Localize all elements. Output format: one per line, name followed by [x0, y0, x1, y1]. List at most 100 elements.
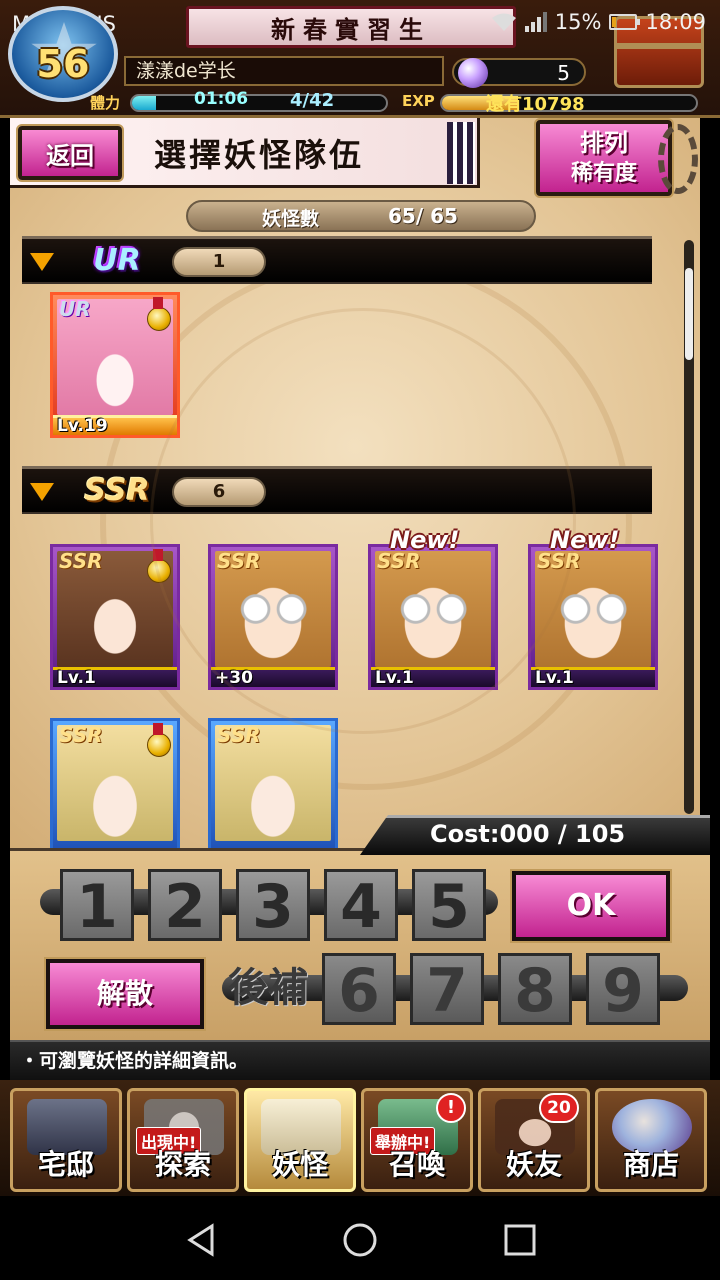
- back-triangle-icon[interactable]: [182, 1220, 222, 1260]
- medal-icon: [145, 549, 171, 585]
- stamina-label: 體力: [90, 94, 121, 112]
- scrollbar-thumb[interactable]: [685, 268, 693, 360]
- team-slot-2[interactable]: 2: [148, 869, 222, 942]
- yokai-count-label: 妖怪數: [262, 208, 320, 230]
- home-circle-icon[interactable]: [340, 1220, 380, 1260]
- level-badge[interactable]: 56: [8, 6, 118, 102]
- stamina-bar: [130, 94, 388, 112]
- card-level: Lv.19: [57, 416, 108, 436]
- nav-mansion[interactable]: 宅邸: [10, 1088, 122, 1192]
- stamina-value: 4/42: [290, 90, 335, 111]
- team-panel: Cost:000 / 105 1 2 3 4 5 OK 解散 後補 6 7 8 …: [10, 815, 710, 1040]
- group-header-ur[interactable]: UR 1: [22, 236, 652, 284]
- reserve-slot-8[interactable]: 8: [498, 953, 572, 1026]
- yokai-portrait: [535, 551, 651, 667]
- nav-label: 妖友: [505, 1148, 562, 1181]
- hint-text: ・可瀏覽妖怪的詳細資訊。: [10, 1040, 710, 1080]
- decorative-stripe: [447, 122, 475, 184]
- system-nav-bar: [0, 1196, 720, 1280]
- back-button[interactable]: 返回: [18, 126, 122, 180]
- gem-icon: [458, 58, 488, 88]
- new-badge: New!: [550, 526, 620, 554]
- card-rarity: SSR: [59, 723, 103, 747]
- group-count: 1: [172, 247, 266, 277]
- group-count: 6: [172, 477, 266, 507]
- cost-display: Cost:000 / 105: [360, 815, 710, 855]
- alert-badge: !: [436, 1093, 466, 1123]
- new-badge: New!: [390, 526, 460, 554]
- nav-label: 商店: [622, 1148, 679, 1181]
- card-footer: [211, 667, 335, 687]
- nav-label: 召喚: [388, 1148, 445, 1181]
- yokai-card[interactable]: SSR: [50, 718, 180, 848]
- yokai-portrait: [215, 551, 331, 667]
- yokai-card[interactable]: SSR: [208, 718, 338, 848]
- card-level: Lv.1: [375, 668, 414, 688]
- status-icons: 15% 18:09: [491, 10, 706, 34]
- team-slot-1[interactable]: 1: [60, 869, 134, 942]
- exp-remaining: 還有10798: [486, 94, 585, 115]
- stamina-fill: [132, 96, 157, 110]
- battery-icon: [609, 14, 641, 30]
- yokai-card[interactable]: SSR +30: [208, 544, 338, 690]
- group-header-ssr[interactable]: SSR 6: [22, 466, 652, 514]
- team-slot-3[interactable]: 3: [236, 869, 310, 942]
- friend-count-badge: 20: [539, 1093, 579, 1123]
- nav-label: 宅邸: [37, 1148, 94, 1181]
- title-bar: 返回 選擇妖怪隊伍: [10, 118, 480, 188]
- yokai-count: 妖怪數 65/ 65: [186, 200, 536, 232]
- reserve-label: 後補: [228, 964, 308, 1011]
- yokai-card[interactable]: SSR Lv.1: [50, 544, 180, 690]
- yokai-card[interactable]: SSR Lv.1: [368, 544, 498, 690]
- team-slot-5[interactable]: 5: [412, 869, 486, 942]
- card-footer: [371, 667, 495, 687]
- list-scrollbar[interactable]: [684, 240, 694, 814]
- collapse-arrow-icon[interactable]: [30, 253, 54, 271]
- card-rarity: SSR: [217, 723, 261, 747]
- nav-summon[interactable]: 舉辦中! ! 召喚: [361, 1088, 473, 1192]
- sort-label: 排列: [580, 128, 628, 157]
- nav-label: 妖怪: [271, 1148, 328, 1181]
- page-title: 選擇妖怪隊伍: [154, 136, 365, 174]
- group-rarity: SSR: [84, 473, 150, 508]
- player-level: 56: [36, 42, 90, 86]
- yokai-card[interactable]: SSR Lv.1: [528, 544, 658, 690]
- nav-explore[interactable]: 出現中! 探索: [127, 1088, 239, 1192]
- reserve-slot-6[interactable]: 6: [322, 953, 396, 1026]
- ok-button[interactable]: OK: [512, 871, 670, 941]
- cost-value: Cost:000 / 105: [430, 820, 626, 848]
- group-rarity: UR: [93, 243, 141, 278]
- team-slot-4[interactable]: 4: [324, 869, 398, 942]
- signal-icon: [524, 12, 547, 32]
- card-rarity: SSR: [59, 549, 103, 573]
- player-name: 漾漾de学长: [124, 56, 444, 86]
- nav-friends[interactable]: 20 妖友: [478, 1088, 590, 1192]
- card-rarity: UR: [59, 297, 91, 321]
- sort-value: 稀有度: [570, 160, 637, 186]
- clock: 18:09: [645, 10, 706, 34]
- reserve-slot-9[interactable]: 9: [586, 953, 660, 1026]
- recents-square-icon[interactable]: [500, 1220, 540, 1260]
- yokai-list-panel: 返回 選擇妖怪隊伍 排列 稀有度 妖怪數 65/ 65 UR 1 UR Lv.1…: [10, 118, 700, 848]
- yokai-card[interactable]: UR Lv.19: [50, 292, 180, 438]
- card-level: Lv.1: [57, 668, 96, 688]
- collapse-arrow-icon[interactable]: [30, 483, 54, 501]
- medal-icon: [145, 723, 171, 759]
- card-level: Lv.1: [535, 668, 574, 688]
- reserve-slot-7[interactable]: 7: [410, 953, 484, 1026]
- stamina-timer: 01:06: [194, 89, 249, 109]
- gear-icon: [658, 124, 698, 194]
- gem-count: 5: [557, 61, 570, 85]
- card-rarity: SSR: [217, 549, 261, 573]
- card-level: +30: [215, 668, 253, 688]
- disband-button[interactable]: 解散: [46, 959, 204, 1029]
- bottom-nav: 宅邸 出現中! 探索 妖怪 舉辦中! ! 召喚 20 妖友 商店: [0, 1080, 720, 1196]
- gem-counter[interactable]: 5: [452, 58, 586, 88]
- yokai-count-value: 65/ 65: [388, 204, 458, 228]
- nav-yokai[interactable]: 妖怪: [244, 1088, 356, 1192]
- sort-button[interactable]: 排列 稀有度: [536, 120, 672, 196]
- nav-label: 探索: [154, 1148, 211, 1181]
- battery-percent: 15%: [554, 10, 602, 34]
- exp-label: EXP: [402, 92, 435, 110]
- nav-shop[interactable]: 商店: [595, 1088, 707, 1192]
